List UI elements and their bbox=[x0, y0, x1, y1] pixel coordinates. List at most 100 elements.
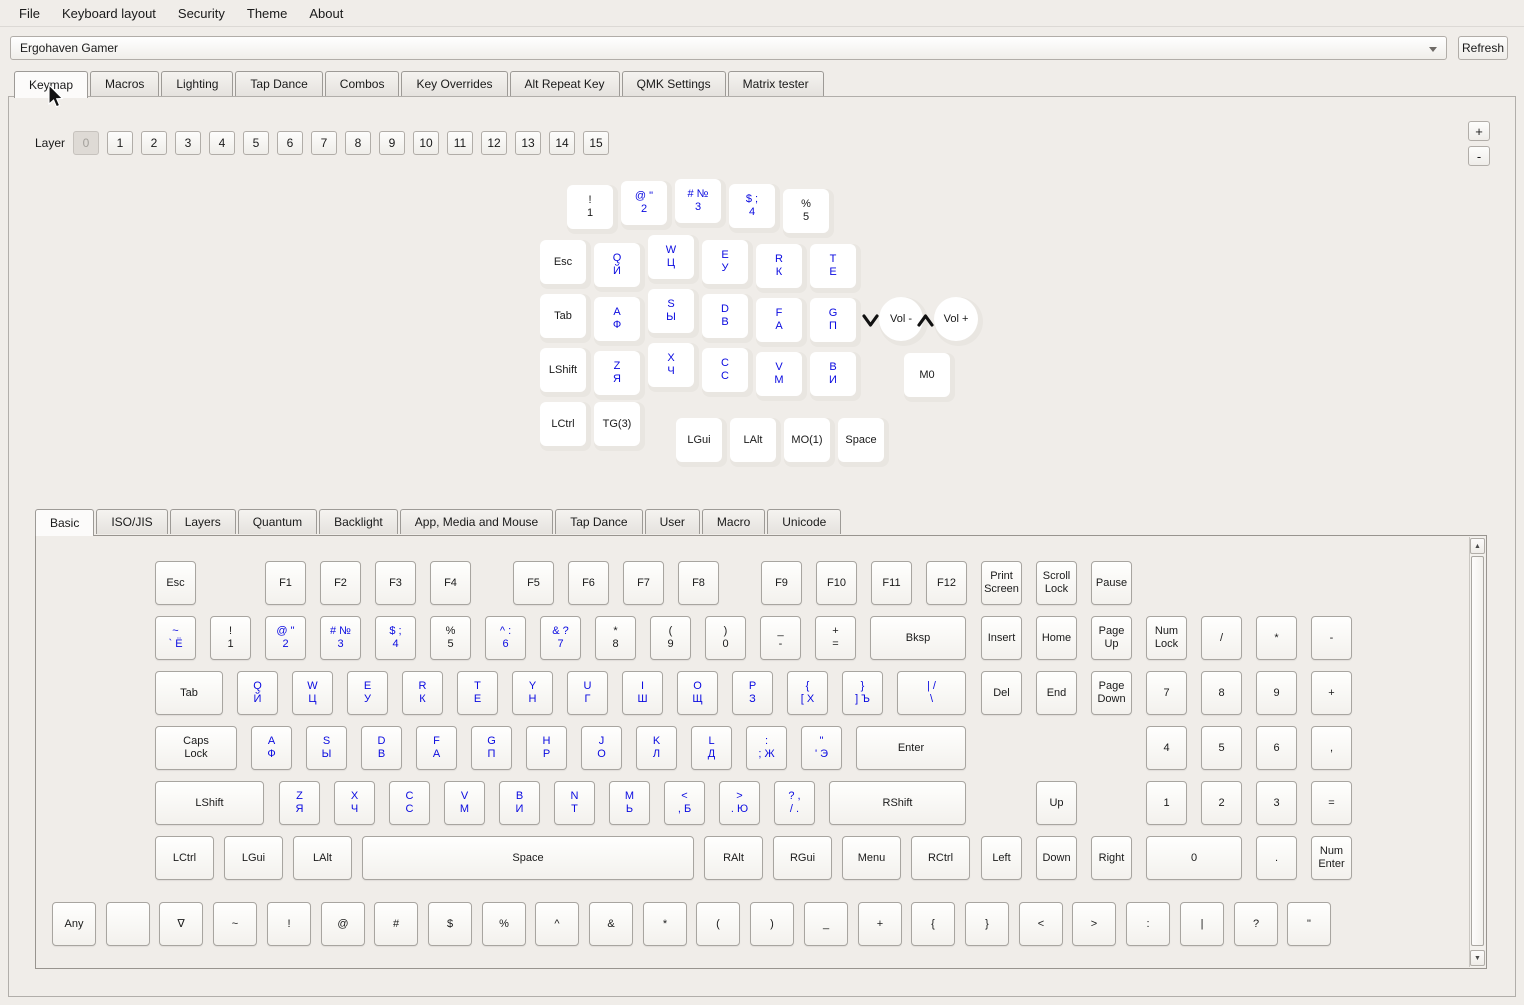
picker-key[interactable]: ? ,/ . bbox=[774, 781, 815, 825]
tab-key-overrides[interactable]: Key Overrides bbox=[401, 71, 507, 96]
picker-key[interactable]: ~` Ё bbox=[155, 616, 196, 660]
picker-key[interactable]: | bbox=[1180, 902, 1224, 946]
picker-key[interactable]: Enter bbox=[856, 726, 966, 770]
picker-key[interactable]: BИ bbox=[499, 781, 540, 825]
picker-key[interactable]: % bbox=[482, 902, 526, 946]
picker-key[interactable]: Tab bbox=[155, 671, 223, 715]
picker-key[interactable]: LCtrl bbox=[155, 836, 214, 880]
picker-key[interactable]: JО bbox=[581, 726, 622, 770]
picker-key[interactable]: 0 bbox=[1146, 836, 1242, 880]
picker-tab-tap-dance[interactable]: Tap Dance bbox=[555, 509, 642, 534]
picker-key[interactable]: ^ bbox=[535, 902, 579, 946]
picker-key[interactable]: IШ bbox=[622, 671, 663, 715]
picker-key[interactable]: = bbox=[1311, 781, 1352, 825]
picker-key[interactable]: ! bbox=[267, 902, 311, 946]
picker-key[interactable]: }] Ъ bbox=[842, 671, 883, 715]
picker-key[interactable]: Left bbox=[981, 836, 1022, 880]
picker-key[interactable]: KЛ bbox=[636, 726, 677, 770]
picker-key[interactable]: Pause bbox=[1091, 561, 1132, 605]
picker-key[interactable]: & ?7 bbox=[540, 616, 581, 660]
picker-key[interactable]: F11 bbox=[871, 561, 912, 605]
picker-key[interactable]: RК bbox=[402, 671, 443, 715]
picker-key[interactable]: WЦ bbox=[292, 671, 333, 715]
picker-key[interactable]: NumLock bbox=[1146, 616, 1187, 660]
tab-tap-dance[interactable]: Tap Dance bbox=[235, 71, 322, 96]
picker-tab-macro[interactable]: Macro bbox=[702, 509, 765, 534]
picker-key[interactable]: "' Э bbox=[801, 726, 842, 770]
picker-key[interactable]: ? bbox=[1234, 902, 1278, 946]
picker-key[interactable]: F8 bbox=[678, 561, 719, 605]
picker-key[interactable]: PageUp bbox=[1091, 616, 1132, 660]
picker-key[interactable]: # bbox=[374, 902, 418, 946]
picker-key[interactable]: ) bbox=[750, 902, 794, 946]
picker-key[interactable]: * bbox=[1256, 616, 1297, 660]
picker-tab-backlight[interactable]: Backlight bbox=[319, 509, 398, 534]
picker-key[interactable]: { bbox=[911, 902, 955, 946]
picker-key[interactable]: NumEnter bbox=[1311, 836, 1352, 880]
picker-key[interactable]: QЙ bbox=[237, 671, 278, 715]
picker-key[interactable]: LД bbox=[691, 726, 732, 770]
picker-key[interactable]: F1 bbox=[265, 561, 306, 605]
picker-key[interactable]: DВ bbox=[361, 726, 402, 770]
picker-key[interactable]: 5 bbox=[1201, 726, 1242, 770]
picker-key[interactable]: End bbox=[1036, 671, 1077, 715]
picker-key[interactable]: } bbox=[965, 902, 1009, 946]
picker-key[interactable]: Bksp bbox=[870, 616, 966, 660]
picker-key[interactable]: PageDown bbox=[1091, 671, 1132, 715]
picker-key[interactable]: UГ bbox=[567, 671, 608, 715]
picker-key[interactable]: ( bbox=[696, 902, 740, 946]
picker-key[interactable]: PЗ bbox=[732, 671, 773, 715]
picker-key[interactable]: 2 bbox=[1201, 781, 1242, 825]
picker-key[interactable]: !1 bbox=[210, 616, 251, 660]
picker-key[interactable]: RShift bbox=[829, 781, 966, 825]
picker-key[interactable]: NТ bbox=[554, 781, 595, 825]
picker-key[interactable]: CapsLock bbox=[155, 726, 237, 770]
tab-lighting[interactable]: Lighting bbox=[161, 71, 233, 96]
picker-key[interactable]: F9 bbox=[761, 561, 802, 605]
tab-keymap[interactable]: Keymap bbox=[14, 71, 88, 98]
picker-key[interactable]: VМ bbox=[444, 781, 485, 825]
picker-key[interactable]: LShift bbox=[155, 781, 264, 825]
picker-key[interactable]: @ "2 bbox=[265, 616, 306, 660]
picker-tab-iso-jis[interactable]: ISO/JIS bbox=[96, 509, 167, 534]
picker-key[interactable]: CС bbox=[389, 781, 430, 825]
picker-key[interactable]: Up bbox=[1036, 781, 1077, 825]
picker-key[interactable]: )0 bbox=[705, 616, 746, 660]
picker-key[interactable]: > bbox=[1072, 902, 1116, 946]
picker-key[interactable]: 4 bbox=[1146, 726, 1187, 770]
picker-tab-layers[interactable]: Layers bbox=[170, 509, 236, 534]
picker-key[interactable]: Menu bbox=[842, 836, 901, 880]
picker-key[interactable]: F10 bbox=[816, 561, 857, 605]
picker-key[interactable]: OЩ bbox=[677, 671, 718, 715]
picker-key[interactable]: {[ Х bbox=[787, 671, 828, 715]
picker-key[interactable]: . bbox=[1256, 836, 1297, 880]
picker-key[interactable]: * bbox=[643, 902, 687, 946]
tab-qmk-settings[interactable]: QMK Settings bbox=[622, 71, 726, 96]
picker-key[interactable]: LAlt bbox=[293, 836, 352, 880]
picker-key[interactable]: AФ bbox=[251, 726, 292, 770]
picker-key[interactable]: 8 bbox=[1201, 671, 1242, 715]
picker-key[interactable]: F3 bbox=[375, 561, 416, 605]
picker-key[interactable]: RGui bbox=[773, 836, 832, 880]
picker-key[interactable]: Any bbox=[52, 902, 96, 946]
picker-key[interactable]: RCtrl bbox=[911, 836, 970, 880]
picker-tab-quantum[interactable]: Quantum bbox=[238, 509, 317, 534]
picker-key[interactable]: YН bbox=[512, 671, 553, 715]
picker-key[interactable]: *8 bbox=[595, 616, 636, 660]
picker-tab-app-media-and-mouse[interactable]: App, Media and Mouse bbox=[400, 509, 553, 534]
picker-key[interactable]: Right bbox=[1091, 836, 1132, 880]
picker-key[interactable]: TЕ bbox=[457, 671, 498, 715]
tab-macros[interactable]: Macros bbox=[90, 71, 159, 96]
picker-key[interactable]: (9 bbox=[650, 616, 691, 660]
picker-key[interactable]: Down bbox=[1036, 836, 1077, 880]
picker-key[interactable]: F2 bbox=[320, 561, 361, 605]
picker-key[interactable]: ^ :6 bbox=[485, 616, 526, 660]
picker-key[interactable]: %5 bbox=[430, 616, 471, 660]
picker-key[interactable]: ScrollLock bbox=[1036, 561, 1077, 605]
picker-key[interactable]: ∇ bbox=[159, 902, 203, 946]
picker-key[interactable]: < bbox=[1019, 902, 1063, 946]
picker-key[interactable]: ZЯ bbox=[279, 781, 320, 825]
picker-key[interactable]: XЧ bbox=[334, 781, 375, 825]
picker-key[interactable]: $ ;4 bbox=[375, 616, 416, 660]
picker-key[interactable]: & bbox=[589, 902, 633, 946]
